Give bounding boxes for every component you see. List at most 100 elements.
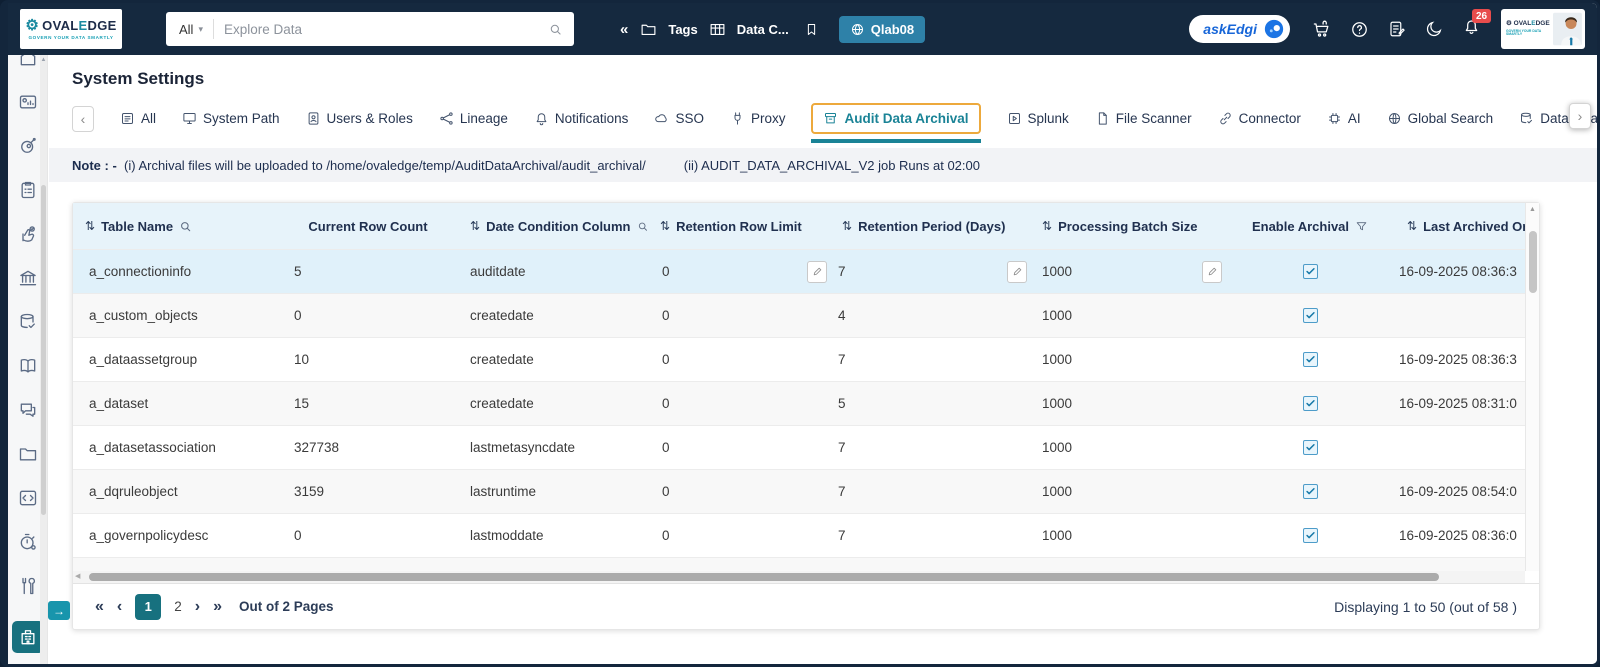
table-row[interactable]: a_governpolicydesc 0 lastmoddate 0 7 100… — [73, 513, 1525, 557]
sidebar-item-home[interactable] — [16, 55, 40, 69]
sort-icon[interactable]: ⇅ — [470, 219, 480, 233]
table-row[interactable]: a_connectioninfo 5 auditdate 0 7 1000 16… — [73, 249, 1525, 293]
tab-system-path[interactable]: System Path — [182, 111, 280, 126]
sidebar-item-crawler[interactable] — [16, 135, 40, 157]
scrollbar-thumb[interactable] — [89, 573, 1439, 581]
scrollbar-thumb[interactable] — [41, 185, 46, 515]
prev-page-button[interactable]: ‹ — [117, 598, 122, 616]
page-1-button[interactable]: 1 — [135, 593, 162, 620]
environment-badge[interactable]: Qlab08 — [838, 15, 926, 43]
tab-users-roles[interactable]: Users & Roles — [306, 111, 413, 126]
last-page-button[interactable]: » — [213, 598, 222, 616]
tabs-scroll-right-button[interactable]: › — [1569, 103, 1591, 129]
tab-splunk[interactable]: Splunk — [1007, 111, 1069, 126]
sidebar-item-collaboration[interactable] — [16, 399, 40, 421]
search-input[interactable] — [213, 21, 549, 37]
first-page-button[interactable]: « — [95, 598, 104, 616]
release-notes-icon[interactable] — [1388, 20, 1406, 38]
tabs-scroll-left-button[interactable]: ‹ — [72, 105, 94, 132]
ovaledge-logo[interactable]: ⚙ OVALEDGE GOVERN YOUR DATA SMARTLY — [20, 9, 122, 49]
scroll-up-arrow-icon[interactable]: ▲ — [40, 57, 47, 63]
sort-icon[interactable]: ⇅ — [660, 219, 670, 233]
list-icon — [122, 113, 133, 124]
sidebar-item-reports[interactable] — [16, 91, 40, 113]
filter-icon[interactable] — [1355, 220, 1368, 233]
sidebar-item-glossary[interactable] — [16, 355, 40, 377]
scroll-left-arrow-icon[interactable]: ◀ — [75, 572, 80, 580]
table-row[interactable]: a_dataassetgroup 10 createdate 0 7 1000 … — [73, 337, 1525, 381]
dark-mode-moon-icon[interactable] — [1425, 20, 1443, 38]
column-header-current-row-count[interactable]: Current Row Count — [278, 203, 458, 249]
tab-file-scanner[interactable]: File Scanner — [1095, 111, 1192, 126]
column-header-processing-batch-size[interactable]: ⇅ Processing Batch Size — [1030, 203, 1225, 249]
sort-icon[interactable]: ⇅ — [1407, 219, 1417, 233]
sort-icon[interactable]: ⇅ — [85, 219, 95, 233]
next-page-button[interactable]: › — [195, 598, 200, 616]
enable-archival-checkbox[interactable] — [1302, 528, 1318, 543]
column-header-last-archived-on[interactable]: ⇅ Last Archived On — [1395, 203, 1525, 249]
tab-connector[interactable]: Connector — [1218, 111, 1301, 126]
sidebar-item-tasks[interactable] — [16, 179, 40, 201]
search-icon[interactable] — [179, 220, 192, 233]
enable-archival-checkbox[interactable] — [1302, 484, 1318, 499]
help-icon[interactable] — [1350, 20, 1369, 39]
tab-notifications[interactable]: Notifications — [534, 111, 628, 126]
sidebar-scrollbar[interactable]: ▲ — [40, 55, 47, 664]
column-header-date-condition-column[interactable]: ⇅ Date Condition Column — [458, 203, 648, 249]
column-header-retention-period[interactable]: ⇅ Retention Period (Days) — [830, 203, 1030, 249]
nav-tags[interactable]: Tags — [668, 22, 697, 37]
page-2-button[interactable]: 2 — [174, 599, 182, 614]
tab-sso[interactable]: SSO — [654, 111, 704, 126]
sidebar-expand-button[interactable]: → — [48, 601, 70, 620]
table-grid-icon[interactable] — [709, 21, 726, 38]
tab-ai[interactable]: AI — [1327, 111, 1361, 126]
enable-archival-checkbox[interactable] — [1302, 308, 1318, 323]
user-profile-card[interactable]: ⚙ OVALEDGE GOVERN YOUR DATA SMARTLY — [1501, 9, 1585, 49]
bookmark-icon[interactable] — [804, 22, 819, 37]
sort-icon[interactable]: ⇅ — [1042, 219, 1052, 233]
table-row[interactable]: a_dqruleobject 3159 lastruntime 0 7 1000… — [73, 469, 1525, 513]
nav-data-catalog[interactable]: Data C... — [737, 22, 789, 37]
search-scope-dropdown[interactable]: All ▾ — [166, 22, 213, 37]
tab-proxy[interactable]: Proxy — [730, 111, 785, 126]
scrollbar-thumb[interactable] — [1529, 231, 1537, 293]
tab-global-search[interactable]: Global Search — [1387, 111, 1493, 126]
scroll-up-arrow-icon[interactable]: ▲ — [1526, 206, 1539, 213]
enable-archival-checkbox[interactable] — [1302, 440, 1318, 455]
search-icon[interactable] — [549, 23, 562, 36]
horizontal-scrollbar[interactable]: ◀ — [73, 571, 1525, 583]
vertical-scrollbar[interactable]: ▲ — [1525, 203, 1539, 571]
cell-retention-period: 7 — [838, 440, 846, 455]
sidebar-item-jobs[interactable] — [16, 531, 40, 553]
table-row[interactable]: a_custom_objects 0 createdate 0 4 1000 — [73, 293, 1525, 337]
column-header-retention-row-limit[interactable]: ⇅ Retention Row Limit — [648, 203, 830, 249]
sidebar-item-tools[interactable] — [16, 575, 40, 597]
sidebar-item-governance[interactable] — [16, 267, 40, 289]
table-row[interactable]: a_datasetassociation 327738 lastmetasync… — [73, 425, 1525, 469]
enable-archival-checkbox[interactable] — [1302, 264, 1318, 279]
tab-audit-data-archival[interactable]: Audit Data Archival — [811, 103, 981, 143]
ask-edgi-button[interactable]: askEdgi — [1189, 15, 1290, 43]
sort-icon[interactable]: ⇅ — [842, 219, 852, 233]
search-icon[interactable] — [637, 220, 649, 233]
sidebar-item-query-sheet[interactable] — [16, 487, 40, 509]
column-header-enable-archival[interactable]: Enable Archival — [1225, 203, 1395, 249]
tab-all[interactable]: All — [120, 111, 156, 126]
edit-retention-period-button[interactable] — [1007, 260, 1027, 283]
folder-icon[interactable] — [640, 21, 657, 38]
cart-icon[interactable] — [1312, 20, 1331, 39]
enable-archival-checkbox[interactable] — [1302, 396, 1318, 411]
table-row[interactable]: a_dataset 15 createdate 0 5 1000 16-09-2… — [73, 381, 1525, 425]
collapse-chevrons-icon[interactable]: « — [620, 21, 628, 38]
enable-archival-checkbox[interactable] — [1302, 352, 1318, 367]
tab-lineage[interactable]: Lineage — [439, 111, 508, 126]
edit-retention-row-limit-button[interactable] — [807, 260, 827, 283]
edit-processing-batch-size-button[interactable] — [1202, 260, 1222, 283]
column-header-table-name[interactable]: ⇅ Table Name — [73, 203, 278, 249]
notifications-bell[interactable]: 26 — [1462, 9, 1492, 41]
sidebar-item-data-catalog[interactable] — [16, 311, 40, 333]
sidebar-item-projects[interactable] — [16, 443, 40, 465]
sidebar-item-certify[interactable] — [16, 223, 40, 245]
avatar[interactable] — [1553, 11, 1582, 47]
sidebar-item-administration[interactable] — [11, 621, 44, 653]
